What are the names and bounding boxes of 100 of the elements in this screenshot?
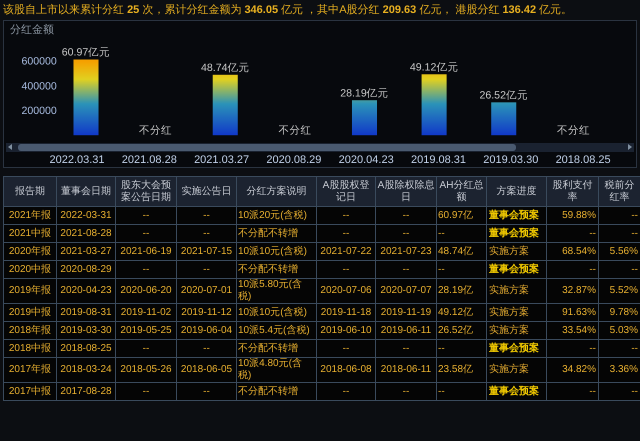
table-cell: 10派10元(含税) (236, 242, 316, 260)
table-cell: 2018-08-25 (56, 340, 116, 358)
column-header: 税前分红率 (598, 176, 640, 206)
table-cell: 5.03% (598, 322, 640, 340)
table-cell: 2018-06-11 (376, 358, 436, 382)
x-tick-label: 2021.08.28 (122, 154, 177, 167)
column-header: AH分红总额 (436, 176, 486, 206)
table-cell: 不分配不转增 (236, 260, 316, 278)
scroll-thumb[interactable] (18, 144, 516, 151)
table-cell: 2019-11-12 (176, 304, 236, 322)
table-cell: 48.74亿 (436, 242, 486, 260)
table-cell: -- (436, 224, 486, 242)
table-cell: 2018中报 (4, 340, 56, 358)
bar (491, 102, 516, 136)
table-cell: 32.87% (546, 278, 598, 304)
x-tick-label: 2020.04.23 (338, 154, 394, 167)
table-cell: 2019-08-31 (56, 304, 116, 322)
table-cell: 10派10元(含税) (236, 304, 316, 322)
value-label: 不分红 (278, 124, 312, 136)
table-cell: 2017年报 (4, 358, 56, 382)
column-header: 方案进度 (486, 176, 546, 206)
status-cell: 实施方案 (486, 358, 546, 382)
summary-text: 该股自上市以来累计分红 25 次，累计分红金额为 346.05 亿元 ，其中A股分红 209.63 亿元， 港股分红 136.42 亿元。 (2, 2, 574, 18)
table-cell: -- (176, 224, 236, 242)
table-cell: 2022-03-31 (56, 206, 116, 224)
status-cell: 实施方案 (486, 322, 546, 340)
x-tick-label: 2020.08.29 (266, 154, 322, 167)
y-tick-label: 400000 (22, 80, 57, 92)
column-header: 报告期 (4, 176, 56, 206)
table-cell: 2021-03-27 (56, 242, 116, 260)
column-header: A股除权除息日 (376, 176, 436, 206)
scrollbar[interactable] (6, 142, 634, 152)
table-cell: 10派4.80元(含税) (236, 358, 316, 382)
table-cell: 2018-05-26 (116, 358, 176, 382)
table-cell: 10派5.80元(含税) (236, 278, 316, 304)
table-cell: 2017-08-28 (56, 382, 116, 400)
table-cell: 2020-08-29 (56, 260, 116, 278)
status-cell: 实施方案 (486, 278, 546, 304)
table-cell: 9.78% (598, 304, 640, 322)
status-cell: 董事会预案 (486, 340, 546, 358)
table-cell: 2021-08-28 (56, 224, 116, 242)
table-cell: 2020-07-07 (376, 278, 436, 304)
table-cell: 3.36% (598, 358, 640, 382)
table-cell: 2019年报 (4, 278, 56, 304)
table-cell: 5.56% (598, 242, 640, 260)
table-cell: 2021年报 (4, 206, 56, 224)
scroll-left-icon[interactable] (8, 144, 12, 150)
x-tick-label: 2019.03.30 (483, 154, 538, 167)
bar (212, 74, 238, 136)
column-header: 董事会日期 (56, 176, 116, 206)
value-label: 60.97亿元 (62, 46, 110, 59)
table-cell: 23.58亿 (436, 358, 486, 382)
table-cell: 2020-06-20 (116, 278, 176, 304)
table-cell: 2019-11-18 (316, 304, 376, 322)
table-cell: -- (376, 382, 436, 400)
table-cell: -- (316, 382, 376, 400)
table-cell: 49.12亿 (436, 304, 486, 322)
table-cell: -- (598, 224, 640, 242)
table-cell: -- (116, 260, 176, 278)
table-cell: -- (376, 224, 436, 242)
table-cell: -- (598, 260, 640, 278)
table-cell: -- (598, 340, 640, 358)
table-cell: 不分配不转增 (236, 224, 316, 242)
value-label: 不分红 (139, 124, 172, 136)
table-cell: 2021-07-22 (316, 242, 376, 260)
table-cell: 2020中报 (4, 260, 56, 278)
table-cell: 2019-06-04 (176, 322, 236, 340)
value-label: 48.74亿元 (201, 62, 250, 74)
table-cell: -- (376, 206, 436, 224)
table-cell: -- (436, 382, 486, 400)
table-cell: 26.52亿 (436, 322, 486, 340)
x-tick-label: 2021.03.27 (194, 154, 250, 167)
bar (352, 100, 377, 136)
status-cell: 实施方案 (486, 242, 546, 260)
status-cell: 董事会预案 (486, 206, 546, 224)
table-cell: 2020-04-23 (56, 278, 116, 304)
table-cell: 28.19亿 (436, 278, 486, 304)
table-cell: 33.54% (546, 322, 598, 340)
table-cell: 91.63% (546, 304, 598, 322)
table-cell: 2019-11-02 (116, 304, 176, 322)
table-cell: -- (116, 382, 176, 400)
table-cell: 10派20元(含税) (236, 206, 316, 224)
y-tick-label: 600000 (22, 56, 57, 68)
table-cell: 2019-05-25 (116, 322, 176, 340)
scroll-right-icon[interactable] (628, 144, 632, 150)
table-cell: 60.97亿 (436, 206, 486, 224)
table-cell: 2019-11-19 (376, 304, 436, 322)
x-tick-label: 2019.08.31 (410, 154, 466, 167)
table-cell: 不分配不转增 (236, 340, 316, 358)
table-cell: 2020-07-06 (316, 278, 376, 304)
table-cell: -- (598, 382, 640, 400)
x-tick-label: 2022.03.31 (49, 154, 105, 167)
table-cell: 2021中报 (4, 224, 56, 242)
table-cell: 2020年报 (4, 242, 56, 260)
table-cell: -- (598, 206, 640, 224)
table-cell: 不分配不转增 (236, 382, 316, 400)
table-cell: 2018-03-24 (56, 358, 116, 382)
value-label: 49.12亿元 (410, 61, 458, 74)
table-cell: 2017中报 (4, 382, 56, 400)
y-tick-label: 200000 (22, 105, 57, 118)
